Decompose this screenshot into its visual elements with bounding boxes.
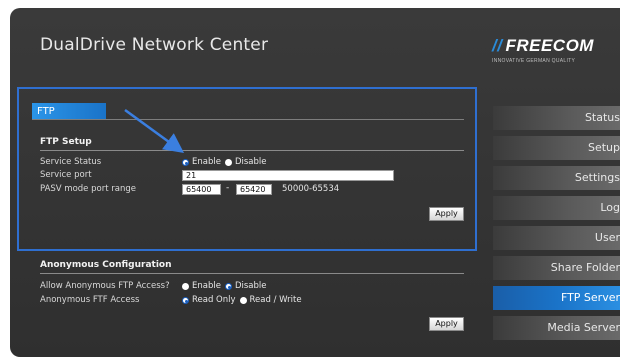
anon-disable-radio[interactable]: [224, 282, 232, 290]
anonymous-config-title: Anonymous Configuration: [40, 260, 172, 270]
nav-item-label: Settings: [574, 171, 620, 184]
nav-item-label: Share Folder: [550, 261, 620, 274]
service-status-label: Service Status: [40, 157, 102, 167]
service-enable-radio[interactable]: [182, 158, 189, 166]
sidebar-nav: Status Setup Settings Log User Share Fol…: [493, 106, 620, 346]
ftp-setup-divider: [40, 150, 464, 151]
nav-item-user[interactable]: User: [493, 226, 620, 250]
nav-item-label: User: [594, 231, 620, 244]
anon-disable-label: Disable: [234, 281, 267, 291]
service-port-input[interactable]: 21: [182, 170, 394, 181]
service-disable-label: Disable: [234, 157, 267, 167]
read-write-radio[interactable]: [239, 296, 247, 304]
service-enable-label: Enable: [192, 157, 221, 167]
service-disable-radio[interactable]: [224, 158, 232, 166]
nav-item-log[interactable]: Log: [493, 196, 620, 220]
nav-item-setup[interactable]: Setup: [493, 136, 620, 160]
service-status-radios: Enable Disable: [182, 157, 270, 167]
annotation-arrow-icon: [124, 108, 185, 153]
tab-underline: [32, 119, 464, 120]
pasv-range-hint: 50000-65534: [282, 184, 340, 194]
read-write-label: Read / Write: [249, 295, 302, 305]
nav-item-media-server[interactable]: Media Server: [493, 316, 620, 340]
nav-item-label: Setup: [587, 141, 620, 154]
freecom-logo: //FREECOM INNOVATIVE GERMAN QUALITY: [492, 36, 594, 64]
pasv-range-label: PASV mode port range: [40, 184, 136, 194]
anonymous-access-label: Anonymous FTF Access: [40, 295, 140, 305]
logo-bars-icon: //: [492, 36, 503, 55]
read-only-label: Read Only: [192, 295, 236, 305]
pasv-to-input[interactable]: 65420: [236, 184, 272, 195]
anon-enable-label: Enable: [192, 281, 221, 291]
nav-item-label: Log: [600, 201, 620, 214]
app-window: DualDrive Network Center //FREECOM INNOV…: [10, 8, 620, 357]
app-title: DualDrive Network Center: [40, 35, 269, 55]
anonymous-apply-button[interactable]: Apply: [429, 317, 464, 331]
service-port-label: Service port: [40, 170, 92, 180]
nav-item-label: FTP Server: [560, 291, 620, 304]
logo-tagline: INNOVATIVE GERMAN QUALITY: [492, 58, 576, 64]
nav-item-ftp-server[interactable]: FTP Server: [493, 286, 620, 310]
anonymous-config-divider: [40, 273, 464, 274]
allow-anonymous-radios: Enable Disable: [182, 281, 270, 291]
nav-item-share-folder[interactable]: Share Folder: [493, 256, 620, 280]
anon-enable-radio[interactable]: [182, 282, 189, 290]
read-only-radio[interactable]: [182, 296, 189, 304]
nav-item-status[interactable]: Status: [493, 106, 620, 130]
ftp-setup-apply-button[interactable]: Apply: [429, 207, 464, 221]
nav-item-label: Status: [584, 111, 620, 124]
tab-ftp[interactable]: FTP: [32, 103, 106, 120]
allow-anonymous-label: Allow Anonymous FTP Access?: [40, 281, 170, 291]
pasv-dash: -: [226, 183, 230, 193]
pasv-from-input[interactable]: 65400: [182, 184, 221, 195]
ftp-setup-title: FTP Setup: [40, 137, 92, 147]
nav-item-settings[interactable]: Settings: [493, 166, 620, 190]
anonymous-access-radios: Read Only Read / Write: [182, 295, 306, 305]
nav-item-label: Media Server: [547, 321, 620, 334]
logo-text: FREECOM: [505, 36, 594, 55]
